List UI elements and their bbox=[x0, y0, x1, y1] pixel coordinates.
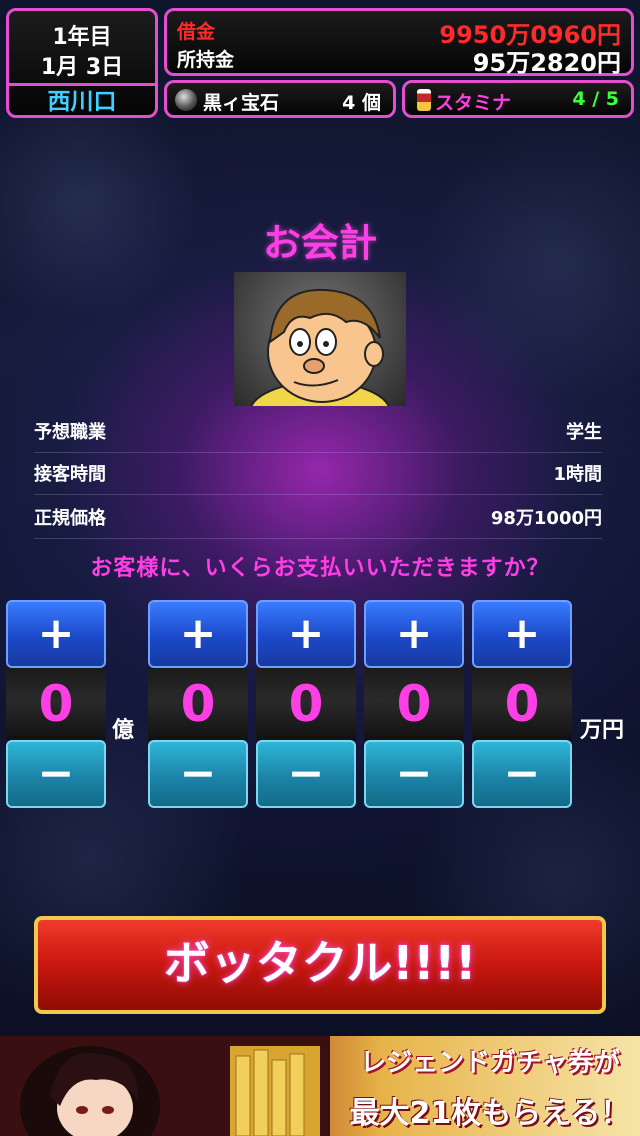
stamina-drink-icon bbox=[417, 89, 431, 111]
banner-character-art bbox=[0, 1036, 330, 1136]
info-label: 接客時間 bbox=[34, 464, 106, 485]
cash-label: 所持金 bbox=[177, 49, 235, 71]
info-row-price: 正規価格 98万1000円 bbox=[34, 496, 602, 539]
date-text: 1月 3日 bbox=[40, 55, 124, 80]
gem-label: 黒ィ宝石 bbox=[203, 92, 280, 114]
black-gem-icon bbox=[175, 89, 197, 111]
banner-subline: 最大21枚もらえる！ bbox=[349, 1096, 631, 1131]
minus-button[interactable]: − bbox=[364, 740, 464, 808]
year-text: 1年目 bbox=[52, 25, 112, 50]
stamina-label: スタミナ bbox=[435, 92, 512, 114]
man-yen-unit-label: 万円 bbox=[580, 718, 625, 743]
customer-portrait bbox=[234, 272, 406, 406]
payment-question: お客様に、いくらお支払いいただきますか？ bbox=[90, 556, 550, 581]
minus-button[interactable]: − bbox=[472, 740, 572, 808]
gem-count: 4 個 bbox=[342, 92, 381, 114]
location-label[interactable]: 西川口 bbox=[9, 83, 155, 118]
digit-oku: + 0 − bbox=[6, 600, 106, 810]
digit-value: 0 bbox=[472, 668, 572, 740]
info-label: 予想職業 bbox=[34, 422, 106, 443]
customer-face-icon bbox=[250, 288, 390, 406]
banner-headline: レジェンドガチャ券が bbox=[360, 1048, 620, 1078]
stamina-panel[interactable]: スタミナ 4 / 5 bbox=[402, 80, 634, 118]
checkout-title: お会計 bbox=[262, 221, 377, 265]
digit-value: 0 bbox=[6, 668, 106, 740]
info-value: 98万1000円 bbox=[490, 508, 602, 529]
digit-man: + 0 − bbox=[472, 600, 572, 810]
info-row-time: 接客時間 1時間 bbox=[34, 452, 602, 495]
oku-unit-label: 億 bbox=[112, 718, 135, 743]
plus-button[interactable]: + bbox=[148, 600, 248, 668]
info-value: 学生 bbox=[566, 422, 602, 443]
minus-button[interactable]: − bbox=[256, 740, 356, 808]
date-panel: 1年目 1月 3日 西川口 bbox=[6, 8, 158, 118]
plus-button[interactable]: + bbox=[472, 600, 572, 668]
bottakuru-button[interactable]: ボッタクル!!!! bbox=[34, 916, 606, 1014]
debt-label: 借金 bbox=[177, 21, 216, 43]
info-row-occupation: 予想職業 学生 bbox=[34, 410, 602, 453]
plus-button[interactable]: + bbox=[364, 600, 464, 668]
ad-banner[interactable]: レジェンドガチャ券が 最大21枚もらえる！ bbox=[0, 1036, 640, 1136]
minus-button[interactable]: − bbox=[148, 740, 248, 808]
info-value: 1時間 bbox=[553, 464, 602, 485]
digit-hyaku-man: + 0 − bbox=[256, 600, 356, 810]
stamina-value: 4 / 5 bbox=[572, 88, 619, 110]
digit-sen-man: + 0 − bbox=[148, 600, 248, 810]
cash-value: 95万2820円 bbox=[472, 49, 621, 77]
digit-value: 0 bbox=[256, 668, 356, 740]
info-label: 正規価格 bbox=[34, 508, 106, 529]
gem-panel[interactable]: 黒ィ宝石 4 個 bbox=[164, 80, 396, 118]
digit-value: 0 bbox=[364, 668, 464, 740]
minus-button[interactable]: − bbox=[6, 740, 106, 808]
plus-button[interactable]: + bbox=[256, 600, 356, 668]
plus-button[interactable]: + bbox=[6, 600, 106, 668]
money-panel: 借金 9950万0960円 所持金 95万2820円 bbox=[164, 8, 634, 77]
digit-juu-man: + 0 − bbox=[364, 600, 464, 810]
digit-value: 0 bbox=[148, 668, 248, 740]
